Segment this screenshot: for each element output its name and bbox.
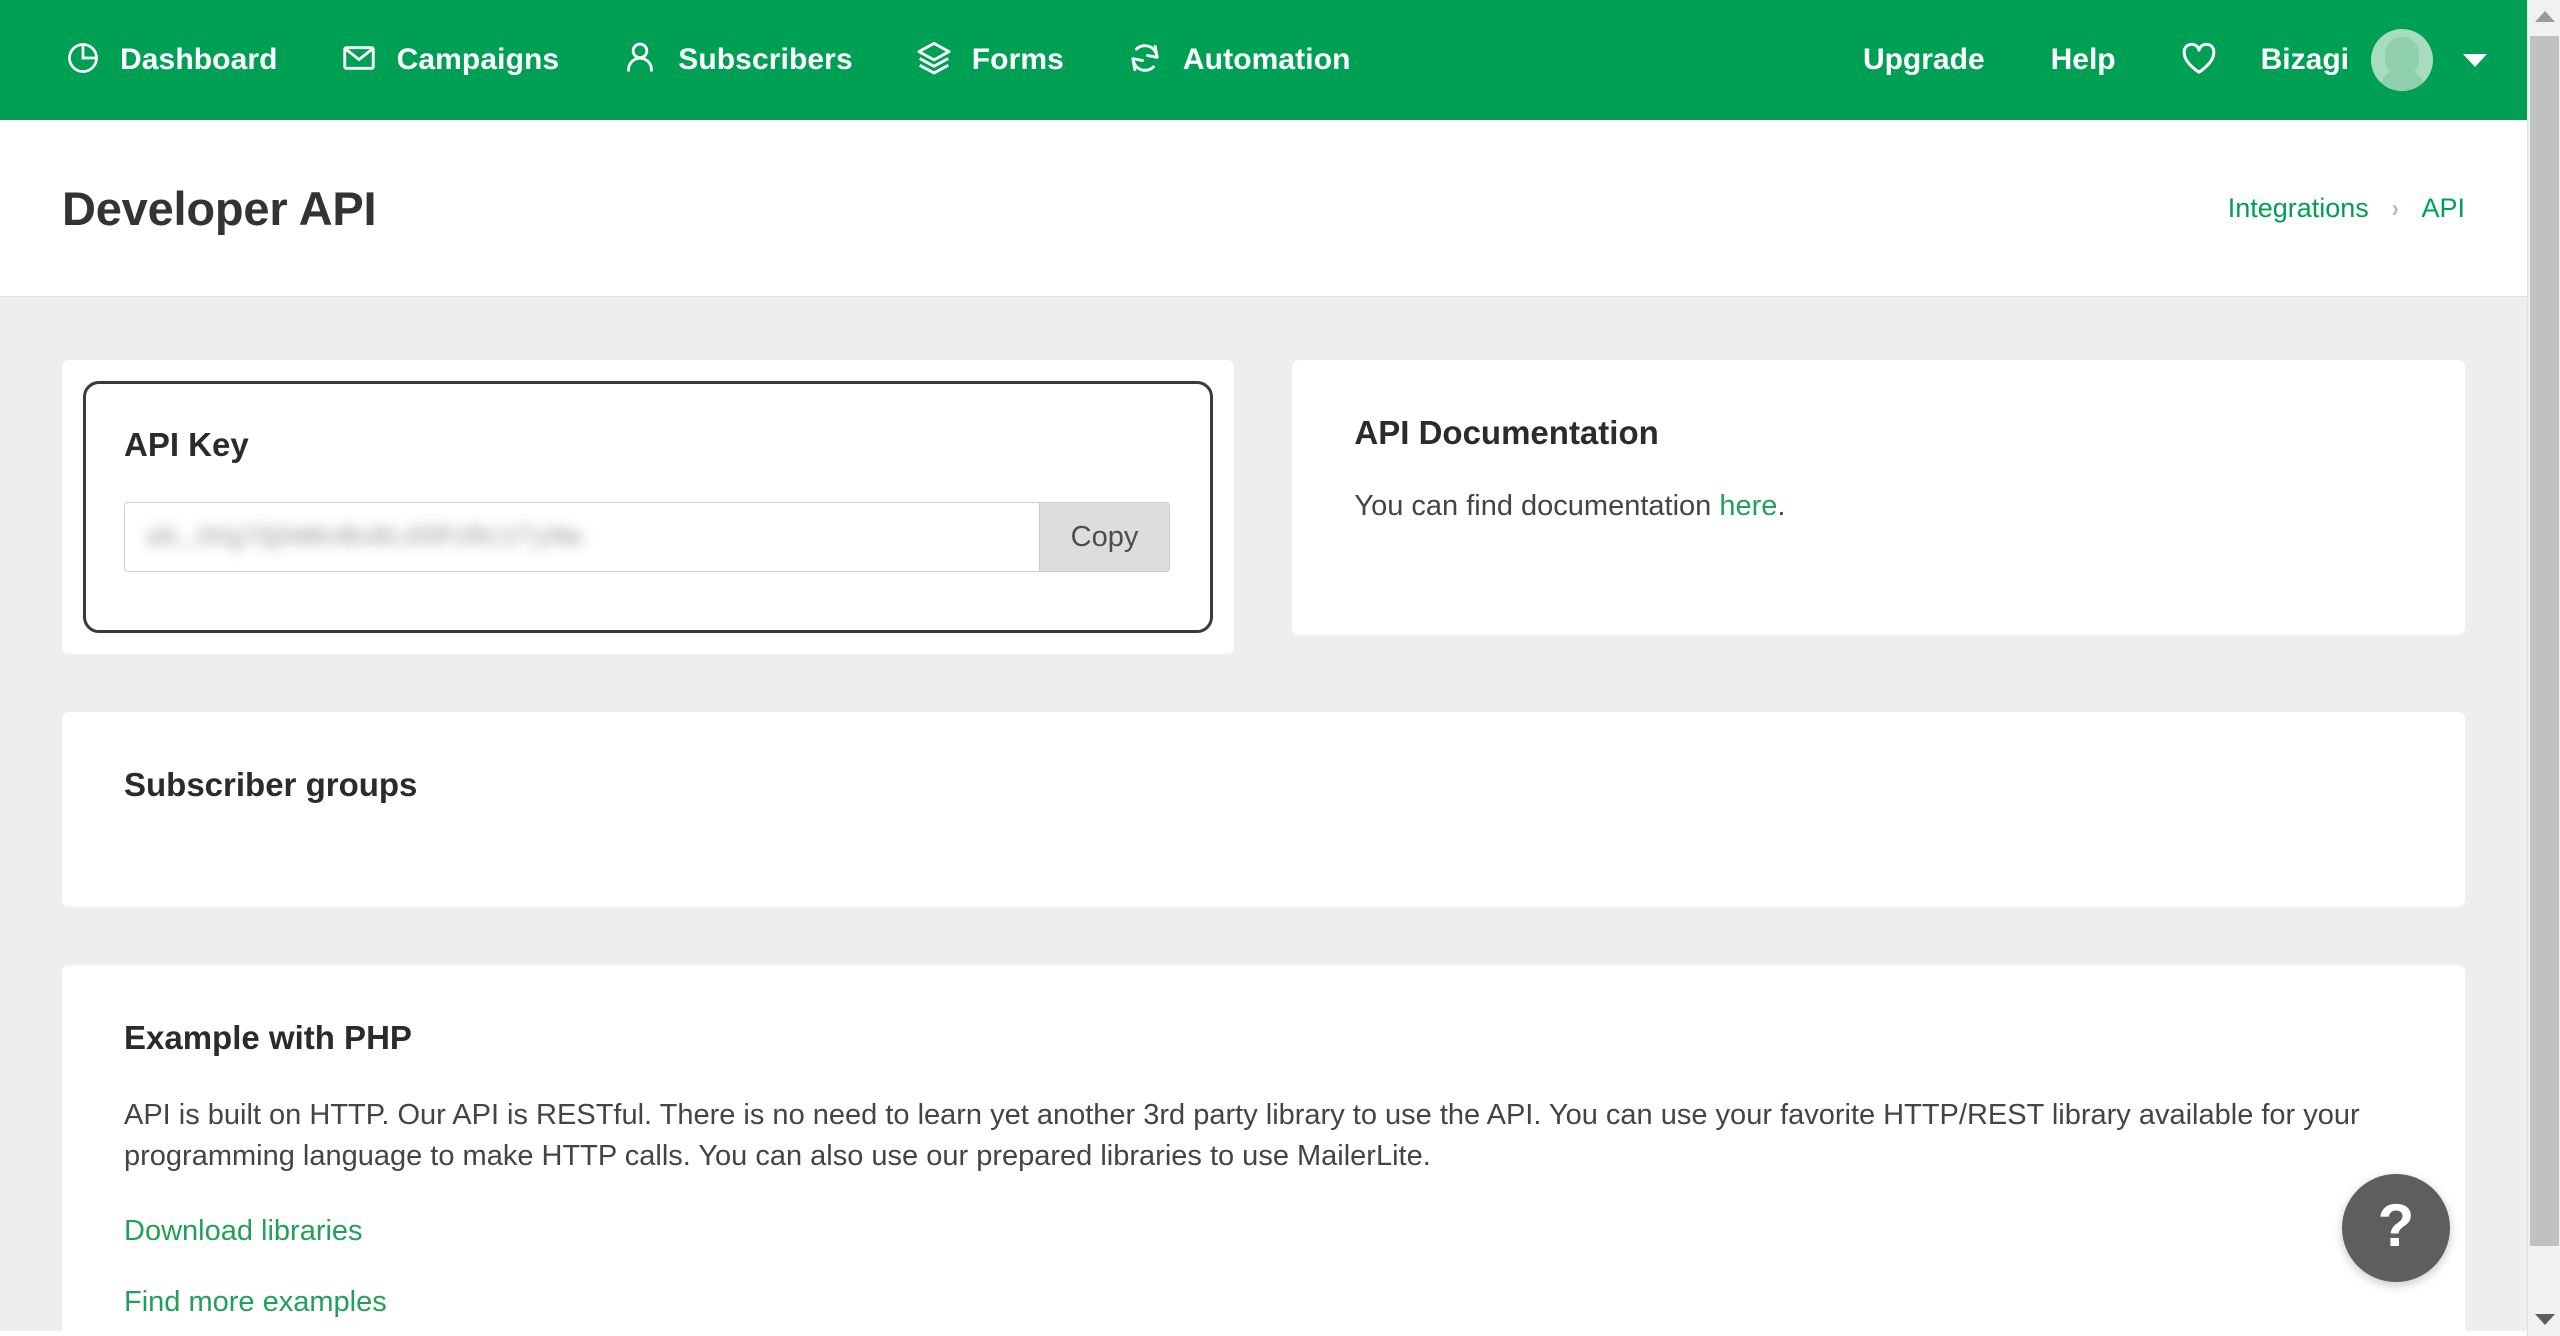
- breadcrumb-item-integrations[interactable]: Integrations: [2228, 193, 2369, 224]
- api-key-input-group: ak_4Xg7Q2mNvBs8Ld3PzRc1TyHw Copy: [124, 502, 1170, 572]
- main-content: API Key ak_4Xg7Q2mNvBs8Ld3PzRc1TyHw Copy…: [0, 298, 2527, 1336]
- nav-item-forms[interactable]: Forms: [884, 0, 1095, 120]
- scrollbar-down-arrow[interactable]: [2528, 1303, 2560, 1336]
- chevron-down-icon[interactable]: [2463, 53, 2487, 67]
- dashboard-pie-icon: [65, 40, 101, 81]
- breadcrumb: Integrations › API: [2228, 193, 2465, 224]
- nav-item-subscribers[interactable]: Subscribers: [590, 0, 884, 120]
- api-key-card-title: API Key: [124, 426, 249, 463]
- user-icon: [621, 39, 659, 82]
- nav-item-campaigns[interactable]: Campaigns: [309, 0, 591, 120]
- api-documentation-text: You can find documentation here.: [1354, 490, 2403, 523]
- refresh-cycle-icon: [1126, 39, 1164, 82]
- documentation-here-link[interactable]: here: [1719, 490, 1777, 522]
- secondary-nav: Upgrade Help Bizagi: [1830, 0, 2493, 120]
- top-card-row: API Key ak_4Xg7Q2mNvBs8Ld3PzRc1TyHw Copy…: [62, 360, 2465, 654]
- top-navigation-bar: Dashboard Campaigns Subscribers Forms Au…: [0, 0, 2527, 120]
- nav-label-subscribers: Subscribers: [678, 43, 853, 76]
- api-key-input[interactable]: ak_4Xg7Q2mNvBs8Ld3PzRc1TyHw: [125, 503, 1039, 571]
- copy-button[interactable]: Copy: [1039, 503, 1169, 571]
- nav-item-dashboard[interactable]: Dashboard: [34, 0, 309, 120]
- breadcrumb-item-api[interactable]: API: [2421, 193, 2465, 224]
- api-key-value: ak_4Xg7Q2mNvBs8Ld3PzRc1TyHw: [147, 522, 582, 552]
- api-documentation-card-title: API Documentation: [1354, 414, 1659, 451]
- page-bottom-edge: [0, 1331, 2527, 1336]
- page-header: Developer API Integrations › API: [0, 120, 2527, 297]
- breadcrumb-separator-icon: ›: [2391, 193, 2399, 223]
- nav-label-dashboard: Dashboard: [120, 43, 278, 76]
- subscriber-groups-card-title: Subscriber groups: [124, 766, 418, 803]
- app-root: Dashboard Campaigns Subscribers Forms Au…: [0, 0, 2560, 1336]
- scrollbar-up-arrow[interactable]: [2528, 0, 2560, 33]
- api-key-focus-ring: API Key ak_4Xg7Q2mNvBs8Ld3PzRc1TyHw Copy: [83, 381, 1214, 633]
- avatar: [2371, 29, 2433, 91]
- docs-text-before: You can find documentation: [1354, 490, 1720, 522]
- scrollbar-thumb[interactable]: [2530, 36, 2559, 1246]
- favorites-button[interactable]: [2149, 38, 2249, 83]
- php-example-body: API is built on HTTP. Our API is RESTful…: [124, 1099, 2360, 1173]
- user-menu[interactable]: Bizagi: [2249, 29, 2493, 91]
- nav-label-automation: Automation: [1182, 43, 1351, 76]
- subscriber-groups-card: Subscriber groups: [62, 712, 2465, 907]
- php-example-card-title: Example with PHP: [124, 1019, 412, 1056]
- nav-label-forms: Forms: [971, 43, 1064, 76]
- vertical-scrollbar[interactable]: [2527, 0, 2560, 1336]
- primary-nav: Dashboard Campaigns Subscribers Forms Au…: [34, 0, 1382, 120]
- user-name: Bizagi: [2260, 43, 2349, 76]
- chevron-down-icon: [2534, 1314, 2555, 1325]
- api-documentation-card: API Documentation You can find documenta…: [1292, 360, 2465, 635]
- api-key-card: API Key ak_4Xg7Q2mNvBs8Ld3PzRc1TyHw Copy: [62, 360, 1235, 654]
- help-link[interactable]: Help: [2018, 43, 2149, 77]
- nav-label-campaigns: Campaigns: [396, 43, 560, 76]
- chevron-up-icon: [2534, 11, 2555, 22]
- help-widget-button[interactable]: ?: [2342, 1174, 2450, 1282]
- page-title: Developer API: [62, 181, 377, 235]
- docs-text-after: .: [1777, 490, 1786, 522]
- upgrade-link[interactable]: Upgrade: [1830, 43, 2018, 77]
- php-example-card: Example with PHP API is built on HTTP. O…: [62, 965, 2465, 1336]
- envelope-icon: [340, 39, 378, 82]
- question-mark-icon: ?: [2377, 1192, 2415, 1259]
- heart-icon: [2179, 38, 2219, 83]
- nav-item-automation[interactable]: Automation: [1095, 0, 1382, 120]
- find-more-examples-link[interactable]: Find more examples: [124, 1286, 387, 1319]
- download-libraries-link[interactable]: Download libraries: [124, 1215, 363, 1248]
- layers-icon: [915, 39, 953, 82]
